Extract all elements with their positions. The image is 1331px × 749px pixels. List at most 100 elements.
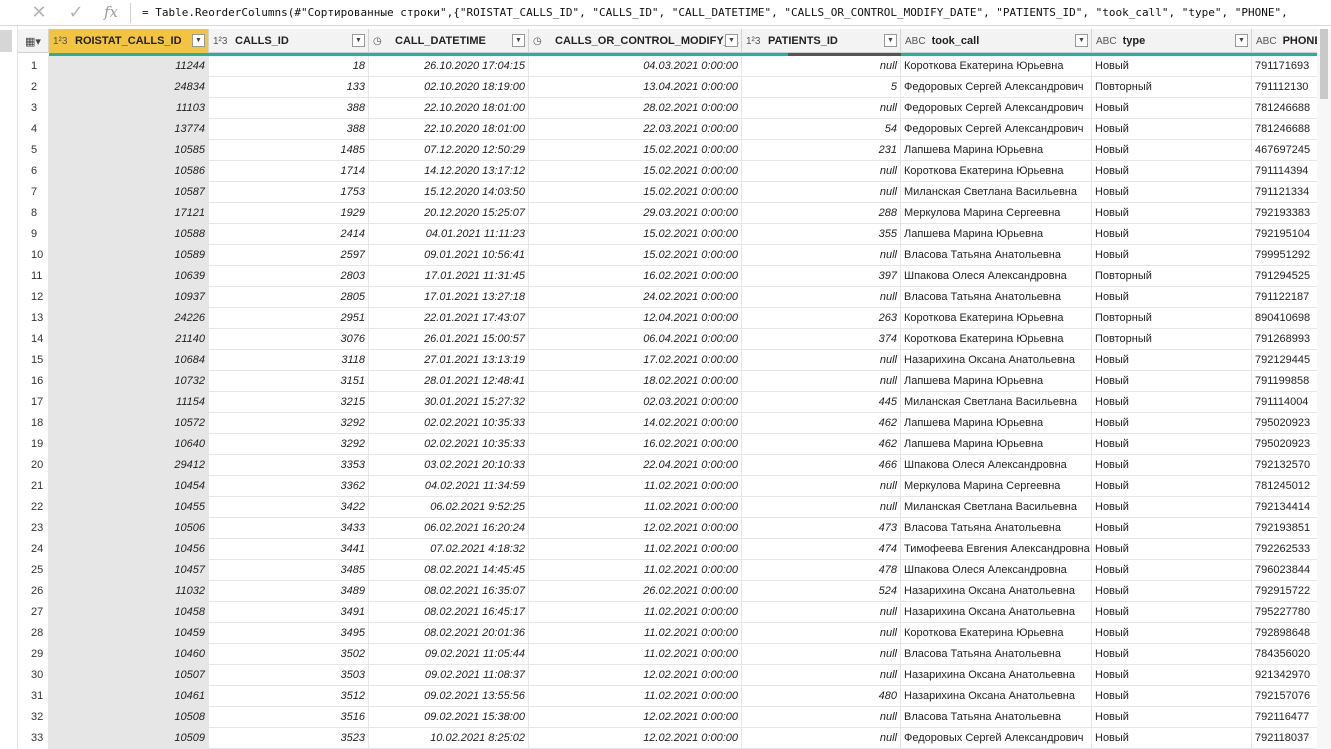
cell-calls-id[interactable]: 3512 (209, 686, 369, 707)
cell-roistat-calls-id[interactable]: 10587 (49, 182, 209, 203)
cell-patients-id[interactable]: null (742, 371, 901, 392)
cell-type[interactable]: Новый (1092, 56, 1252, 77)
cell-patients-id[interactable]: 466 (742, 455, 901, 476)
cell-took-call[interactable]: Власова Татьяна Анатольевна (901, 518, 1092, 539)
cancel-icon[interactable]: ✕ (23, 0, 55, 24)
cell-took-call[interactable]: Миланская Светлана Васильевна (901, 392, 1092, 413)
cell-call-datetime[interactable]: 04.02.2021 11:34:59 (369, 476, 529, 497)
cell-calls-id[interactable]: 2597 (209, 245, 369, 266)
cell-took-call[interactable]: Назарихина Оксана Анатольевна (901, 665, 1092, 686)
cell-roistat-calls-id[interactable]: 10937 (49, 287, 209, 308)
cell-modify-date[interactable]: 11.02.2021 0:00:00 (529, 539, 742, 560)
cell-call-datetime[interactable]: 02.02.2021 10:35:33 (369, 434, 529, 455)
vertical-scrollbar[interactable] (1317, 29, 1331, 749)
filter-dropdown-icon[interactable]: ▼ (1075, 34, 1088, 47)
cell-modify-date[interactable]: 22.03.2021 0:00:00 (529, 119, 742, 140)
cell-took-call[interactable]: Короткова Екатерина Юрьевна (901, 161, 1092, 182)
cell-roistat-calls-id[interactable]: 24834 (49, 77, 209, 98)
cell-roistat-calls-id[interactable]: 10572 (49, 413, 209, 434)
cell-roistat-calls-id[interactable]: 10588 (49, 224, 209, 245)
cell-took-call[interactable]: Лапшева Марина Юрьевна (901, 224, 1092, 245)
cell-roistat-calls-id[interactable]: 10732 (49, 371, 209, 392)
cell-roistat-calls-id[interactable]: 10640 (49, 434, 209, 455)
cell-patients-id[interactable]: null (742, 623, 901, 644)
cell-took-call[interactable]: Власова Татьяна Анатольевна (901, 644, 1092, 665)
column-header-calls[interactable]: 1²3 CALLS_ID ▼ (209, 29, 369, 53)
cell-calls-id[interactable]: 18 (209, 56, 369, 77)
queries-pane-tab[interactable] (0, 30, 12, 52)
cell-calls-id[interactable]: 388 (209, 98, 369, 119)
cell-modify-date[interactable]: 11.02.2021 0:00:00 (529, 623, 742, 644)
cell-patients-id[interactable]: null (742, 497, 901, 518)
cell-calls-id[interactable]: 3151 (209, 371, 369, 392)
cell-call-datetime[interactable]: 04.01.2021 11:11:23 (369, 224, 529, 245)
cell-modify-date[interactable]: 13.04.2021 0:00:00 (529, 77, 742, 98)
cell-calls-id[interactable]: 1753 (209, 182, 369, 203)
cell-calls-id[interactable]: 3489 (209, 581, 369, 602)
cell-type[interactable]: Повторный (1092, 266, 1252, 287)
column-type-icon[interactable]: ◷ (373, 36, 389, 47)
cell-call-datetime[interactable]: 08.02.2021 16:35:07 (369, 581, 529, 602)
cell-calls-id[interactable]: 133 (209, 77, 369, 98)
cell-calls-id[interactable]: 388 (209, 119, 369, 140)
cell-call-datetime[interactable]: 06.02.2021 9:52:25 (369, 497, 529, 518)
cell-took-call[interactable]: Лапшева Марина Юрьевна (901, 140, 1092, 161)
cell-type[interactable]: Новый (1092, 161, 1252, 182)
table-row[interactable]: 7 10587 1753 15.12.2020 14:03:50 15.02.2021 … (18, 182, 1331, 203)
cell-call-datetime[interactable]: 22.10.2020 18:01:00 (369, 98, 529, 119)
cell-modify-date[interactable]: 11.02.2021 0:00:00 (529, 644, 742, 665)
cell-calls-id[interactable]: 1714 (209, 161, 369, 182)
column-type-icon[interactable]: ◷ (533, 36, 549, 47)
cell-roistat-calls-id[interactable]: 10684 (49, 350, 209, 371)
cell-calls-id[interactable]: 3516 (209, 707, 369, 728)
table-row[interactable]: 25 10457 3485 08.02.2021 14:45:45 11.02.2021… (18, 560, 1331, 581)
cell-calls-id[interactable]: 3502 (209, 644, 369, 665)
cell-patients-id[interactable]: 355 (742, 224, 901, 245)
cell-modify-date[interactable]: 11.02.2021 0:00:00 (529, 602, 742, 623)
cell-patients-id[interactable]: null (742, 728, 901, 749)
cell-roistat-calls-id[interactable]: 11103 (49, 98, 209, 119)
table-row[interactable]: 29 10460 3502 09.02.2021 11:05:44 11.02.2021… (18, 644, 1331, 665)
cell-patients-id[interactable]: null (742, 665, 901, 686)
table-row[interactable]: 12 10937 2805 17.01.2021 13:27:18 24.02.2021… (18, 287, 1331, 308)
table-row[interactable]: 22 10455 3422 06.02.2021 9:52:25 11.02.2021 … (18, 497, 1331, 518)
cell-type[interactable]: Новый (1092, 224, 1252, 245)
column-header-mod[interactable]: ◷ CALLS_OR_CONTROL_MODIFY_... ▼ (529, 29, 742, 53)
cell-call-datetime[interactable]: 22.01.2021 17:43:07 (369, 308, 529, 329)
cell-patients-id[interactable]: null (742, 707, 901, 728)
cell-type[interactable]: Новый (1092, 287, 1252, 308)
cell-calls-id[interactable]: 2803 (209, 266, 369, 287)
cell-call-datetime[interactable]: 26.10.2020 17:04:15 (369, 56, 529, 77)
cell-took-call[interactable]: Короткова Екатерина Юрьевна (901, 56, 1092, 77)
column-type-icon[interactable]: 1²3 (213, 36, 229, 47)
cell-call-datetime[interactable]: 09.01.2021 10:56:41 (369, 245, 529, 266)
table-row[interactable]: 33 10509 3523 10.02.2021 8:25:02 12.02.2021 … (18, 728, 1331, 749)
column-type-icon[interactable]: ABC (905, 36, 926, 47)
cell-modify-date[interactable]: 17.02.2021 0:00:00 (529, 350, 742, 371)
cell-modify-date[interactable]: 22.04.2021 0:00:00 (529, 455, 742, 476)
cell-patients-id[interactable]: 5 (742, 77, 901, 98)
cell-call-datetime[interactable]: 02.10.2020 18:19:00 (369, 77, 529, 98)
cell-call-datetime[interactable]: 02.02.2021 10:35:33 (369, 413, 529, 434)
cell-patients-id[interactable]: null (742, 476, 901, 497)
formula-input[interactable]: = Table.ReorderColumns(#"Сортированные с… (142, 6, 1288, 19)
table-row[interactable]: 2 24834 133 02.10.2020 18:19:00 13.04.2021 0… (18, 77, 1331, 98)
cell-roistat-calls-id[interactable]: 10508 (49, 707, 209, 728)
table-row[interactable]: 5 10585 1485 07.12.2020 12:50:29 15.02.2021 … (18, 140, 1331, 161)
cell-roistat-calls-id[interactable]: 10461 (49, 686, 209, 707)
cell-call-datetime[interactable]: 27.01.2021 13:13:19 (369, 350, 529, 371)
cell-type[interactable]: Повторный (1092, 77, 1252, 98)
cell-patients-id[interactable]: null (742, 98, 901, 119)
cell-modify-date[interactable]: 15.02.2021 0:00:00 (529, 161, 742, 182)
table-row[interactable]: 31 10461 3512 09.02.2021 13:55:56 11.02.2021… (18, 686, 1331, 707)
cell-calls-id[interactable]: 3433 (209, 518, 369, 539)
cell-calls-id[interactable]: 1485 (209, 140, 369, 161)
cell-patients-id[interactable]: null (742, 161, 901, 182)
cell-patients-id[interactable]: 445 (742, 392, 901, 413)
cell-modify-date[interactable]: 15.02.2021 0:00:00 (529, 245, 742, 266)
cell-call-datetime[interactable]: 08.02.2021 16:45:17 (369, 602, 529, 623)
cell-type[interactable]: Новый (1092, 98, 1252, 119)
table-row[interactable]: 1 11244 18 26.10.2020 17:04:15 04.03.2021 0:… (18, 56, 1331, 77)
cell-roistat-calls-id[interactable]: 10456 (49, 539, 209, 560)
cell-took-call[interactable]: Федоровых Сергей Александрович (901, 77, 1092, 98)
